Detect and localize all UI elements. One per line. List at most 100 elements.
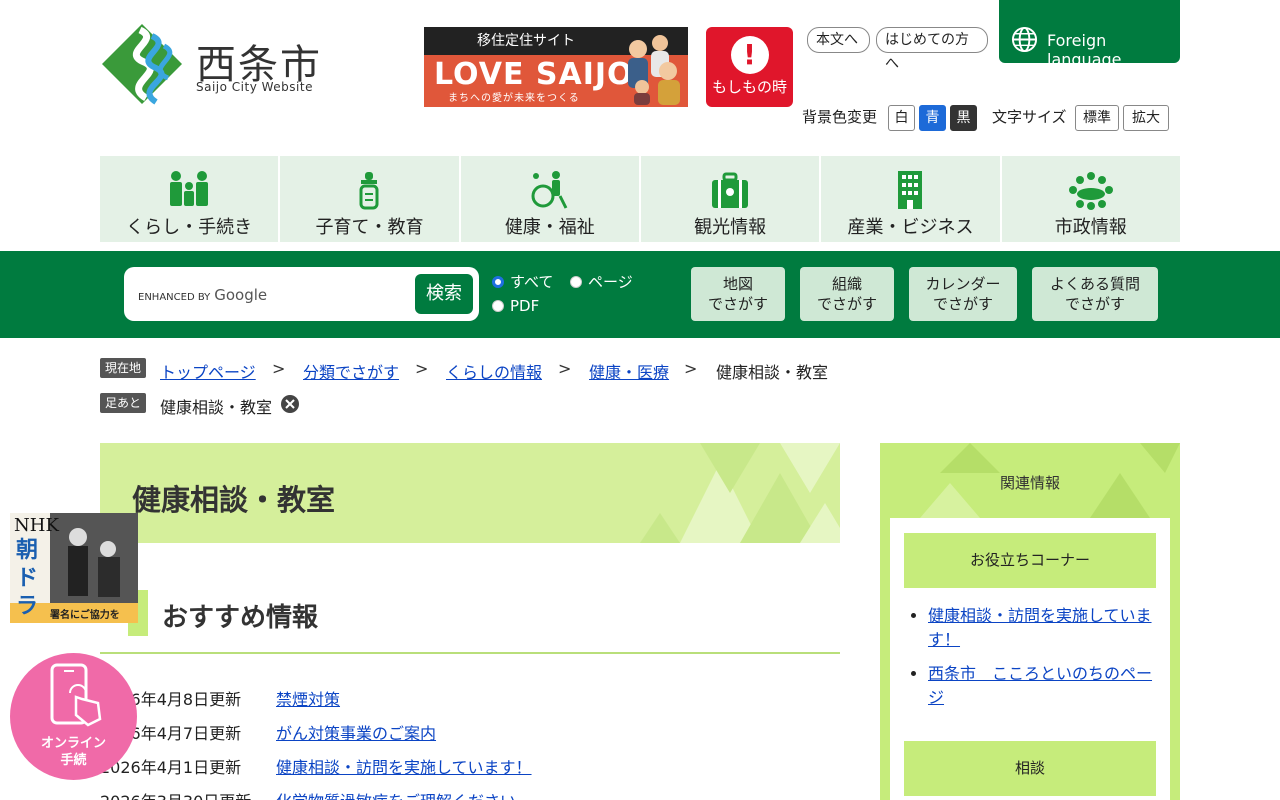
search-scope-pdf[interactable]: PDF (492, 297, 539, 315)
section-title: おすすめ情報 (162, 603, 319, 633)
list-item: 健康相談・訪問を実施しています！ (928, 604, 1156, 652)
nav-item-cityinfo[interactable]: 市政情報 (1002, 156, 1180, 242)
breadcrumb-separator: > (272, 359, 286, 378)
news-item: 2026年4月7日更新 がん対策事業のご案内 (100, 720, 436, 744)
search-by-faq-button[interactable]: よくある質問 でさがす (1032, 267, 1158, 321)
breadcrumb-link-category[interactable]: 分類でさがす (303, 359, 399, 383)
online-label-line1: オンライン (40, 736, 106, 751)
radio-label: PDF (510, 297, 540, 315)
nav-item-label: 産業・ビジネス (847, 217, 974, 238)
sidebar-box-useful: お役立ちコーナー (904, 533, 1156, 588)
news-date: 2026年3月30日更新 (100, 788, 276, 800)
smartphone-tap-icon (50, 663, 102, 727)
banner-sub-text: まちへの愛が未来をつくる (448, 93, 580, 104)
sidebar-link[interactable]: 西条市 こころといのちのページ (928, 664, 1152, 707)
search-by-map-button[interactable]: 地図 でさがす (691, 267, 785, 321)
nhk-asadora-banner[interactable]: NHK 朝ドラ 署名にご協力を (10, 513, 138, 623)
font-normal-button[interactable]: 標準 (1075, 105, 1119, 131)
footprint-tag: 足あと (100, 393, 147, 413)
google-logo: Google (214, 286, 268, 304)
baby-bottle-icon (359, 172, 379, 210)
logo-subtitle: Saijo City Website (196, 80, 313, 94)
nhk-logo: NHK (14, 515, 59, 536)
sidebar-link-list: 健康相談・訪問を実施しています！ 西条市 こころといのちのページ (928, 604, 1156, 720)
bg-white-button[interactable]: 白 (888, 105, 915, 131)
globe-icon (1011, 26, 1038, 53)
global-nav: くらし・手続き 子育て・教育 健康・福祉 観光情報 産業・ビジネス 市政情報 (100, 156, 1180, 242)
exclamation-icon: ! (730, 36, 769, 74)
breadcrumb-link-health[interactable]: 健康・医療 (589, 359, 669, 383)
list-item: 西条市 こころといのちのページ (928, 662, 1156, 710)
nav-item-health[interactable]: 健康・福祉 (461, 156, 641, 242)
meeting-icon (1068, 172, 1113, 210)
search-input[interactable]: ENHANCED BY Google (138, 286, 267, 304)
news-item: 2026年3月30日更新化学物質過敏症をご理解ください (100, 788, 516, 800)
breadcrumb-link-text[interactable]: トップページ (160, 363, 256, 382)
search-by-organization-button[interactable]: 組織 でさがす (800, 267, 894, 321)
button-line1: カレンダー (925, 275, 1001, 293)
online-label-line2: 手続 (60, 753, 87, 768)
online-procedure-button[interactable]: オンライン 手続 (10, 653, 137, 780)
button-line1: よくある質問 (1049, 275, 1140, 293)
search-bar: ENHANCED BY Google 検索 すべて ページ PDF 地図 でさがす … (0, 251, 1280, 338)
nav-item-living[interactable]: くらし・手続き (100, 156, 281, 242)
wheelchair-icon (531, 171, 568, 209)
search-scope-page[interactable]: ページ (570, 271, 633, 292)
breadcrumb-link-text[interactable]: 健康・医療 (589, 363, 669, 382)
nav-item-business[interactable]: 産業・ビジネス (821, 156, 1002, 242)
breadcrumb-link-text[interactable]: 分類でさがす (303, 363, 399, 382)
news-link[interactable]: 健康相談・訪問を実施しています！ (276, 758, 532, 777)
current-location-tag: 現在地 (100, 358, 147, 378)
family-photo (628, 35, 680, 105)
sidebar-link[interactable]: 健康相談・訪問を実施しています！ (928, 606, 1152, 649)
bg-blue-button[interactable]: 青 (919, 105, 946, 131)
bg-black-button[interactable]: 黒 (950, 105, 977, 131)
skip-to-main-button[interactable]: 本文へ (807, 27, 870, 53)
search-scope-all[interactable]: すべて (492, 271, 553, 292)
font-large-button[interactable]: 拡大 (1123, 105, 1169, 131)
breadcrumb-current: 健康相談・教室 (716, 363, 829, 382)
breadcrumb-separator: > (558, 359, 572, 378)
love-saijo-banner[interactable]: 移住定住サイト LOVE SAIJO まちへの愛が未来をつくる (424, 27, 688, 107)
news-item: 2026年4月1日更新 健康相談・訪問を実施しています！ (100, 754, 532, 778)
sidebar-box-consultation: 相談 (904, 741, 1156, 796)
site-logo[interactable]: 西条市 Saijo City Website (100, 22, 340, 108)
button-line2: でさがす (932, 295, 993, 313)
footprint-item[interactable]: 健康相談・教室 (160, 394, 272, 418)
suitcase-icon (712, 172, 749, 208)
sidebar-heading: 関連情報 (999, 474, 1060, 492)
emergency-button[interactable]: ! もしもの時 (706, 27, 793, 107)
nav-item-label: 市政情報 (1054, 217, 1127, 238)
button-line2: でさがす (816, 295, 877, 313)
close-icon[interactable] (281, 395, 299, 413)
breadcrumb-link-top[interactable]: トップページ (160, 359, 256, 383)
button-line2: でさがす (1064, 295, 1125, 313)
foreign-language-label: Foreign language (1047, 31, 1122, 69)
city-emblem-icon (102, 24, 182, 105)
bg-color-label: 背景色変更 (802, 108, 878, 126)
foreign-language-button[interactable]: Foreign language (999, 0, 1180, 69)
related-info-sidebar: 関連情報 お役立ちコーナー 健康相談・訪問を実施しています！ 西条市 こころとい… (880, 443, 1180, 800)
sidebar-panel: お役立ちコーナー 健康相談・訪問を実施しています！ 西条市 こころといのちのペー… (890, 518, 1170, 800)
breadcrumb-link-living[interactable]: くらしの情報 (446, 359, 542, 383)
news-link[interactable]: がん対策事業のご案内 (276, 724, 436, 743)
breadcrumb-link-text[interactable]: くらしの情報 (446, 363, 542, 382)
nav-item-label: 子育て・教育 (315, 217, 424, 238)
emergency-label: もしもの時 (711, 78, 787, 96)
nav-item-tourism[interactable]: 観光情報 (641, 156, 822, 242)
radio-label: ページ (588, 273, 633, 291)
site-header: 西条市 Saijo City Website 移住定住サイト LOVE SAIJ… (0, 0, 1280, 156)
button-line1: 地図 (722, 275, 753, 293)
triangle-pattern (640, 443, 840, 543)
enhanced-by-label: ENHANCED BY (138, 292, 211, 303)
news-link[interactable]: 化学物質過敏症をご理解ください (276, 792, 516, 800)
first-time-button[interactable]: はじめての方へ (876, 27, 988, 72)
section-divider (100, 652, 840, 654)
search-button[interactable]: 検索 (415, 274, 473, 314)
search-by-calendar-button[interactable]: カレンダー でさがす (909, 267, 1017, 321)
button-line1: 組織 (831, 275, 862, 293)
news-link[interactable]: 禁煙対策 (276, 690, 340, 709)
breadcrumb-separator: > (415, 359, 429, 378)
search-box[interactable]: ENHANCED BY Google 検索 (124, 267, 479, 321)
nav-item-childcare[interactable]: 子育て・教育 (280, 156, 461, 242)
